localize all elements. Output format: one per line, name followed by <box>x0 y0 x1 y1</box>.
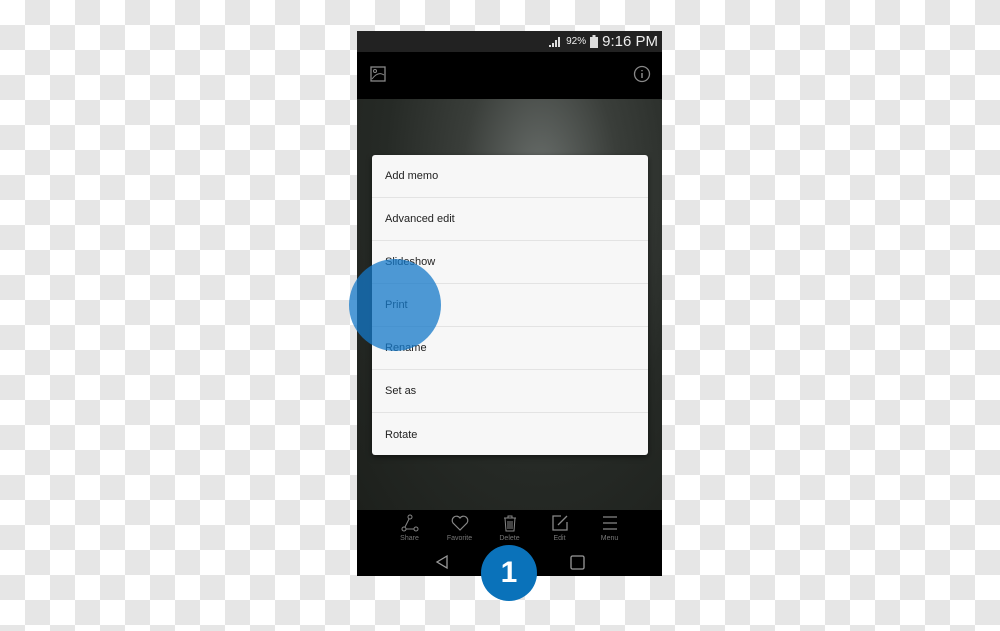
info-icon[interactable] <box>633 65 651 83</box>
signal-icon <box>549 36 561 47</box>
recent-apps-icon[interactable] <box>570 555 585 570</box>
menu-item-set-as[interactable]: Set as <box>372 370 648 413</box>
favorite-button[interactable]: Favorite <box>439 510 481 548</box>
heart-icon <box>451 515 468 531</box>
step-badge: 1 <box>481 545 537 601</box>
menu-item-rotate[interactable]: Rotate <box>372 413 648 456</box>
bottom-action-bar: Share Favorite Delete Edit Menu <box>357 510 662 548</box>
menu-button[interactable]: Menu <box>589 510 631 548</box>
back-icon[interactable] <box>434 554 450 570</box>
delete-button[interactable]: Delete <box>489 510 531 548</box>
trash-icon <box>503 515 516 532</box>
clock: 9:16 PM <box>602 33 658 50</box>
menu-item-advanced-edit[interactable]: Advanced edit <box>372 198 648 241</box>
share-icon <box>401 514 418 532</box>
status-bar: 92% 9:16 PM <box>357 31 662 52</box>
battery-percent: 92% <box>566 36 587 47</box>
menu-icon <box>602 516 617 530</box>
gallery-icon[interactable] <box>370 66 386 82</box>
top-toolbar <box>357 52 662 99</box>
share-button[interactable]: Share <box>389 510 431 548</box>
menu-item-add-memo[interactable]: Add memo <box>372 155 648 198</box>
tap-indicator <box>349 259 441 351</box>
edit-icon <box>551 515 568 531</box>
battery-icon <box>590 35 599 48</box>
edit-button[interactable]: Edit <box>539 510 581 548</box>
